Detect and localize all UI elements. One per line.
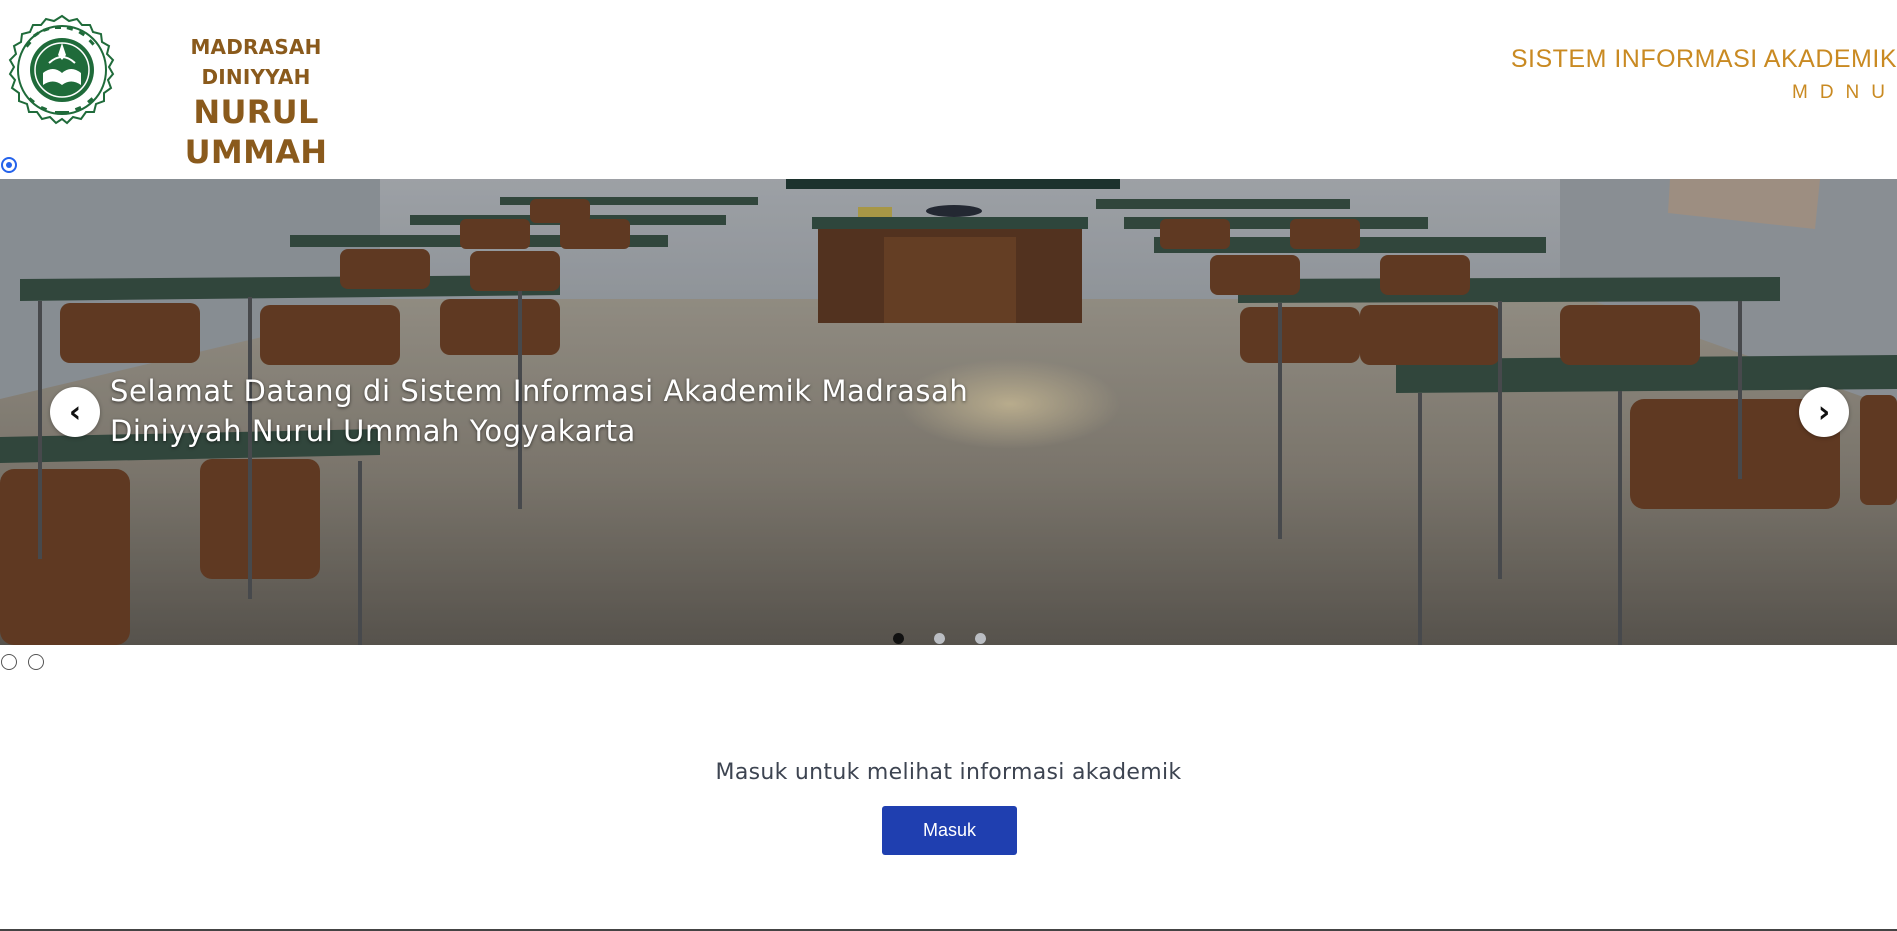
slide-radio-3[interactable] (28, 654, 44, 670)
hero-slider: Selamat Datang di Sistem Informasi Akade… (0, 179, 1897, 645)
login-button[interactable]: Masuk (882, 806, 1017, 855)
login-prompt: Masuk untuk melihat informasi akademik (715, 760, 1182, 785)
school-name: MADRASAH DINIYYAH NURUL UMMAH YOGYAKARTA (136, 30, 376, 202)
chevron-left-icon: ‹ (68, 394, 82, 430)
slide-radio-1[interactable] (1, 157, 17, 173)
chevron-right-icon: › (1817, 394, 1831, 430)
slider-prev-button[interactable]: ‹ (50, 387, 100, 437)
site-header: MADRASAH DINIYYAH NURUL UMMAH YOGYAKARTA… (0, 0, 1897, 198)
school-seal-logo (3, 13, 121, 133)
slider-indicator-3[interactable] (975, 633, 986, 644)
slider-indicator-2[interactable] (934, 633, 945, 644)
slider-indicator-1[interactable] (893, 633, 904, 644)
slide-caption: Selamat Datang di Sistem Informasi Akade… (110, 374, 969, 448)
slide-radio-2[interactable] (1, 654, 17, 670)
school-name-line2: NURUL UMMAH (184, 93, 328, 171)
slider-next-button[interactable]: › (1799, 387, 1849, 437)
system-subtitle: MDNU (1792, 82, 1897, 103)
school-name-line1: MADRASAH DINIYYAH (190, 35, 322, 89)
system-title: SISTEM INFORMASI AKADEMIK (1510, 45, 1897, 73)
